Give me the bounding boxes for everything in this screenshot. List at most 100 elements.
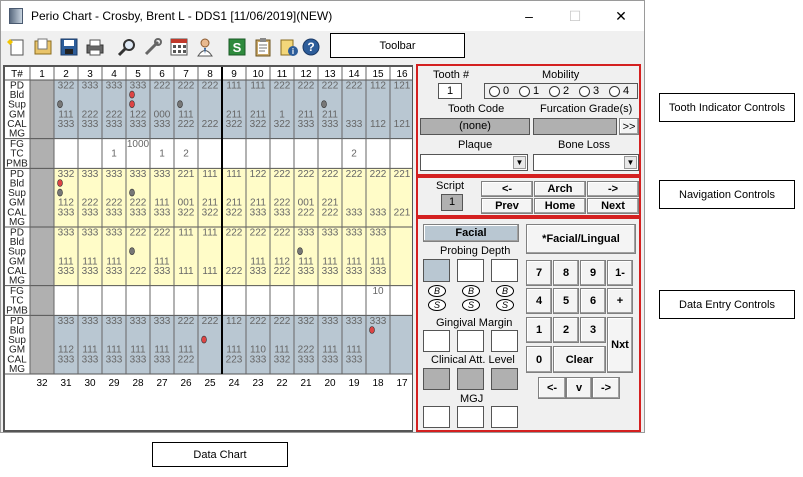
bleeding-toggle-3[interactable]: B <box>496 285 514 297</box>
measurement-value: 333 <box>154 316 171 327</box>
facial-lingual-button[interactable]: *Facial/Lingual <box>526 224 636 254</box>
minimize-button[interactable]: – <box>506 1 552 31</box>
clear-button[interactable]: Clear <box>553 346 606 373</box>
key-6[interactable]: 6 <box>580 288 606 314</box>
bleeding-dot <box>129 90 135 99</box>
bleeding-toggle-1[interactable]: B <box>428 285 446 297</box>
close-button[interactable]: ✕ <box>598 1 644 31</box>
mgj-input-2[interactable] <box>457 406 484 428</box>
measurement-value: 322 <box>226 207 243 218</box>
info-icon[interactable]: i <box>277 35 301 59</box>
save-icon[interactable] <box>57 35 81 59</box>
print-icon[interactable] <box>83 35 107 59</box>
key-0[interactable]: 0 <box>526 346 552 373</box>
key-plus[interactable]: + <box>607 288 633 314</box>
lower-tooth-number: 25 <box>204 378 216 389</box>
plaque-select[interactable]: ▼ <box>420 154 528 171</box>
upper-tooth-number: 13 <box>324 69 336 80</box>
cal-input-2[interactable] <box>457 368 484 390</box>
tools-icon[interactable] <box>141 35 165 59</box>
bone-loss-select[interactable]: ▼ <box>533 154 639 171</box>
gingival-margin-input-3[interactable] <box>491 330 518 352</box>
mobility-radio-4[interactable] <box>609 86 620 97</box>
measurement-value: 333 <box>346 316 363 327</box>
mobility-radio-2[interactable] <box>549 86 560 97</box>
row-label: PMB <box>6 158 28 169</box>
next-field-button[interactable]: Nxt <box>607 317 633 373</box>
lower-tooth-number: 21 <box>300 378 312 389</box>
key-7[interactable]: 7 <box>526 260 552 286</box>
key-1[interactable]: 1 <box>526 317 552 343</box>
row-label: MG <box>9 276 25 287</box>
key-1-minus[interactable]: 1- <box>607 260 633 286</box>
measurement-value: 333 <box>370 316 387 327</box>
tooth-number-field[interactable]: 1 <box>438 83 462 99</box>
facial-button[interactable]: Facial <box>423 224 519 242</box>
measurement-value: 333 <box>106 81 123 92</box>
measurement-value: 333 <box>130 354 147 365</box>
measurement-value: 333 <box>154 169 171 180</box>
suppuration-toggle-3[interactable]: S <box>496 299 514 311</box>
key-9[interactable]: 9 <box>580 260 606 286</box>
suppuration-dot <box>297 247 303 255</box>
measurement-value: 222 <box>274 81 291 92</box>
doctor-icon[interactable] <box>193 35 217 59</box>
bleeding-dot <box>369 326 375 334</box>
measurement-value: 333 <box>130 81 147 92</box>
mobility-radio-3[interactable] <box>579 86 590 97</box>
help-icon[interactable]: ? <box>299 35 323 59</box>
new-icon[interactable] <box>5 35 29 59</box>
s-icon[interactable]: S <box>225 35 249 59</box>
arch-right-button[interactable]: -> <box>587 181 639 197</box>
arch-button[interactable]: Arch <box>534 181 586 197</box>
cal-input-1[interactable] <box>423 368 450 390</box>
tooth-code-field[interactable]: (none) <box>420 118 530 135</box>
arrow-down-button[interactable]: v <box>566 377 592 399</box>
clipboard-icon[interactable] <box>251 35 275 59</box>
maximize-button[interactable]: ☐ <box>552 1 598 31</box>
measurement-value: 223 <box>226 354 243 365</box>
key-3[interactable]: 3 <box>580 317 606 343</box>
probing-depth-input-3[interactable] <box>491 259 518 282</box>
mobility-radio-0[interactable] <box>489 86 500 97</box>
measurement-value: 333 <box>82 316 99 327</box>
key-4[interactable]: 4 <box>526 288 552 314</box>
missing-tooth-column <box>30 80 54 139</box>
zoom-icon[interactable] <box>115 35 139 59</box>
measurement-value: 222 <box>202 81 219 92</box>
measurement-value: 2 <box>183 149 189 160</box>
measurement-value: 222 <box>274 266 291 277</box>
suppuration-dot <box>321 100 327 109</box>
gingival-margin-input-1[interactable] <box>423 330 450 352</box>
upper-tooth-number: 2 <box>63 69 69 80</box>
probing-depth-input-2[interactable] <box>457 259 484 282</box>
chart-grid[interactable]: T# 1 2 3 4 5 6 7 8 9 10 11 12 13 14 15 16PDBldSupGMCALMG… <box>4 66 412 431</box>
calculator-icon[interactable] <box>167 35 191 59</box>
mobility-radio-1[interactable] <box>519 86 530 97</box>
arrow-left-button[interactable]: <- <box>538 377 566 399</box>
perio-data-chart[interactable]: T# 1 2 3 4 5 6 7 8 9 10 11 12 13 14 15 16 PD Bld Sup GM CAL MG… <box>3 65 413 432</box>
cal-input-3[interactable] <box>491 368 518 390</box>
arch-left-button[interactable]: <- <box>481 181 533 197</box>
app-icon <box>9 8 23 24</box>
home-button[interactable]: Home <box>534 198 586 214</box>
arrow-right-button[interactable]: -> <box>592 377 620 399</box>
key-5[interactable]: 5 <box>553 288 579 314</box>
mgj-input-3[interactable] <box>491 406 518 428</box>
gingival-margin-input-2[interactable] <box>457 330 484 352</box>
suppuration-toggle-1[interactable]: S <box>428 299 446 311</box>
open-icon[interactable] <box>31 35 55 59</box>
probing-depth-input-1[interactable] <box>423 259 450 282</box>
suppuration-toggle-2[interactable]: S <box>462 299 480 311</box>
measurement-value: 112 <box>226 316 242 327</box>
furcation-button[interactable]: >> <box>619 118 639 135</box>
furcation-field[interactable] <box>533 118 617 135</box>
key-2[interactable]: 2 <box>553 317 579 343</box>
next-button[interactable]: Next <box>587 198 639 214</box>
mgj-input-1[interactable] <box>423 406 450 428</box>
script-field[interactable]: 1 <box>441 194 463 211</box>
key-8[interactable]: 8 <box>553 260 579 286</box>
bleeding-toggle-2[interactable]: B <box>462 285 480 297</box>
measurement-value: 322 <box>226 119 243 130</box>
prev-button[interactable]: Prev <box>481 198 533 214</box>
